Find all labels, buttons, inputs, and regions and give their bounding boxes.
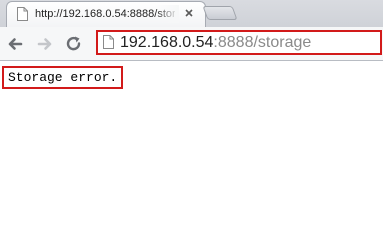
tab-title: http://192.168.0.54:8888/storage — [35, 8, 175, 20]
close-icon[interactable] — [183, 8, 195, 20]
url-path: :8888/storage — [213, 34, 312, 51]
page-content: Storage error. — [0, 61, 383, 207]
error-message: Storage error. — [2, 66, 124, 89]
url-host: 192.168.0.54 — [120, 34, 214, 51]
tab-title-fade — [155, 5, 179, 23]
url-text[interactable]: 192.168.0.54:8888/storage — [120, 34, 311, 52]
reload-icon[interactable] — [65, 35, 83, 53]
new-tab-button[interactable] — [202, 6, 238, 20]
tab-storage[interactable]: http://192.168.0.54:8888/storage — [6, 1, 206, 27]
page-icon — [17, 7, 28, 21]
tab-strip: http://192.168.0.54:8888/storage — [0, 0, 383, 27]
forward-arrow-icon[interactable] — [36, 35, 54, 53]
address-bar[interactable]: 192.168.0.54:8888/storage — [96, 30, 382, 55]
page-icon — [103, 35, 114, 49]
browser-window: http://192.168.0.54:8888/storage — [0, 0, 383, 207]
toolbar: 192.168.0.54:8888/storage — [0, 27, 383, 61]
back-arrow-icon[interactable] — [6, 35, 24, 53]
